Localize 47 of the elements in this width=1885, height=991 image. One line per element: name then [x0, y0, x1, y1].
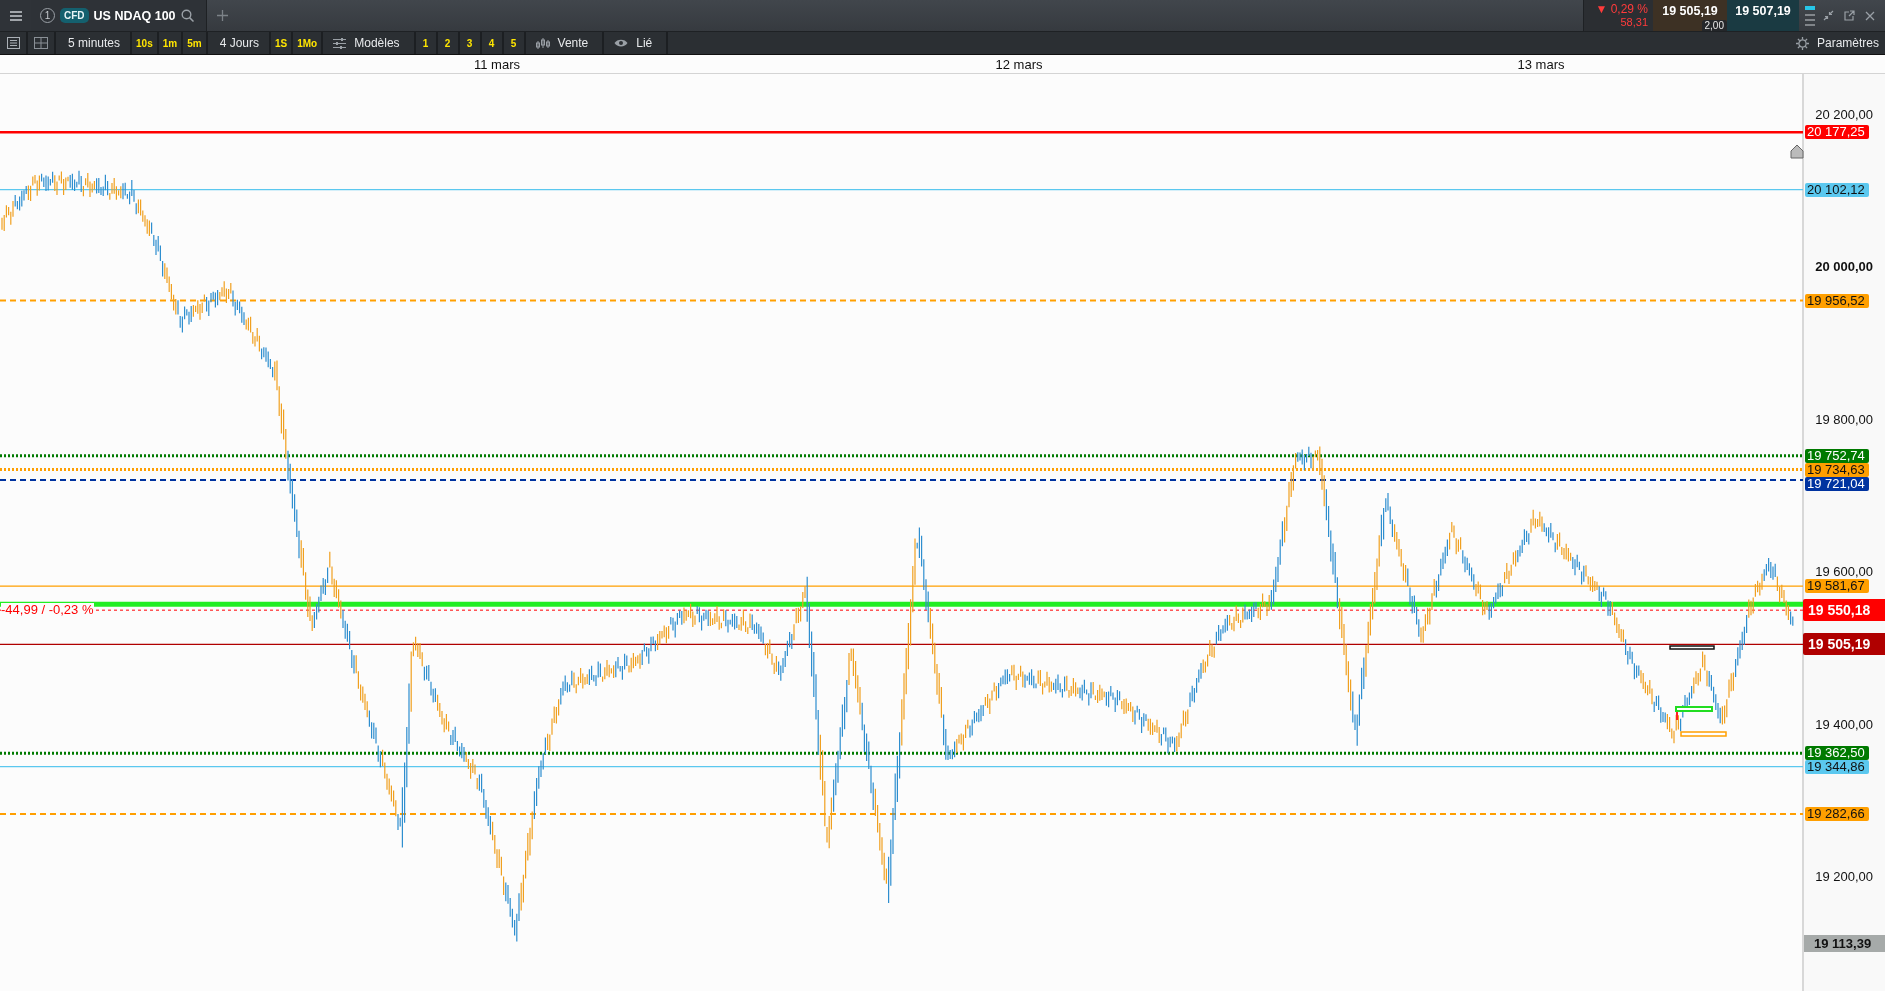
add-tab-icon[interactable]	[216, 10, 228, 21]
menu-icon	[9, 10, 22, 21]
candlestick-icon	[535, 37, 550, 49]
axis-tick-label: 19 600,00	[1815, 564, 1873, 581]
eye-icon	[614, 38, 629, 48]
order-marker[interactable]	[1669, 645, 1715, 650]
price-level-label[interactable]: 19 344,86	[1805, 760, 1869, 775]
date-label: 12 mars	[995, 57, 1043, 72]
settings-icon	[1795, 36, 1809, 50]
instrument-title: US NDAQ 100	[93, 8, 176, 23]
price-level-label[interactable]: 19 581,67	[1805, 579, 1869, 594]
change-note: -44,99 / -0,23 %	[1, 603, 94, 618]
change-percent: ▼ 0,29 %	[1595, 3, 1648, 16]
settings-button[interactable]: Paramètres	[1785, 32, 1885, 54]
axis-tick-label: 20 200,00	[1815, 107, 1873, 123]
date-label: 13 mars	[1517, 57, 1565, 72]
axis-tick-label: 19 800,00	[1815, 411, 1873, 428]
price-level-line[interactable]	[0, 643, 1804, 646]
axis-tick-label: 19 200,00	[1815, 869, 1873, 885]
spread-label: 2,00	[1701, 20, 1727, 31]
sliders-icon	[333, 37, 347, 49]
price-level-line[interactable]	[0, 751, 1803, 755]
popout-icon[interactable]	[1844, 10, 1855, 21]
current-price-label: 19 505,19	[1803, 633, 1885, 656]
minimize-icon[interactable]	[1823, 10, 1834, 21]
price-level-label[interactable]: 19 282,66	[1805, 807, 1869, 821]
instrument-tab[interactable]: 1 CFD US NDAQ 100	[31, 0, 207, 31]
scroll-up-icon[interactable]	[1790, 144, 1804, 159]
depth-icon[interactable]	[1805, 4, 1815, 27]
close-icon[interactable]	[1865, 10, 1875, 21]
change-points: 58,31	[1620, 16, 1648, 28]
list-icon	[6, 37, 20, 49]
order-marker[interactable]	[1675, 705, 1727, 737]
ask-price-button[interactable]: 19 507,19	[1727, 0, 1799, 31]
bid-price-button[interactable]: 19 505,19	[1662, 4, 1718, 18]
cfd-badge: CFD	[60, 8, 89, 23]
axis-tick-label: 20 000,00	[1815, 259, 1873, 276]
price-level-label[interactable]: 20 177,25	[1805, 125, 1869, 140]
price-level-line[interactable]	[0, 478, 1804, 481]
axis-tick-label: 19 400,00	[1815, 716, 1873, 733]
search-icon[interactable]	[180, 9, 194, 22]
current-price-label: 19 550,18	[1803, 599, 1885, 622]
price-level-label[interactable]: 19 362,50	[1805, 746, 1869, 761]
layout-icon	[34, 37, 48, 49]
menu-button[interactable]	[0, 0, 31, 31]
date-label: 11 mars	[474, 57, 520, 72]
price-level-line[interactable]	[0, 454, 1803, 458]
